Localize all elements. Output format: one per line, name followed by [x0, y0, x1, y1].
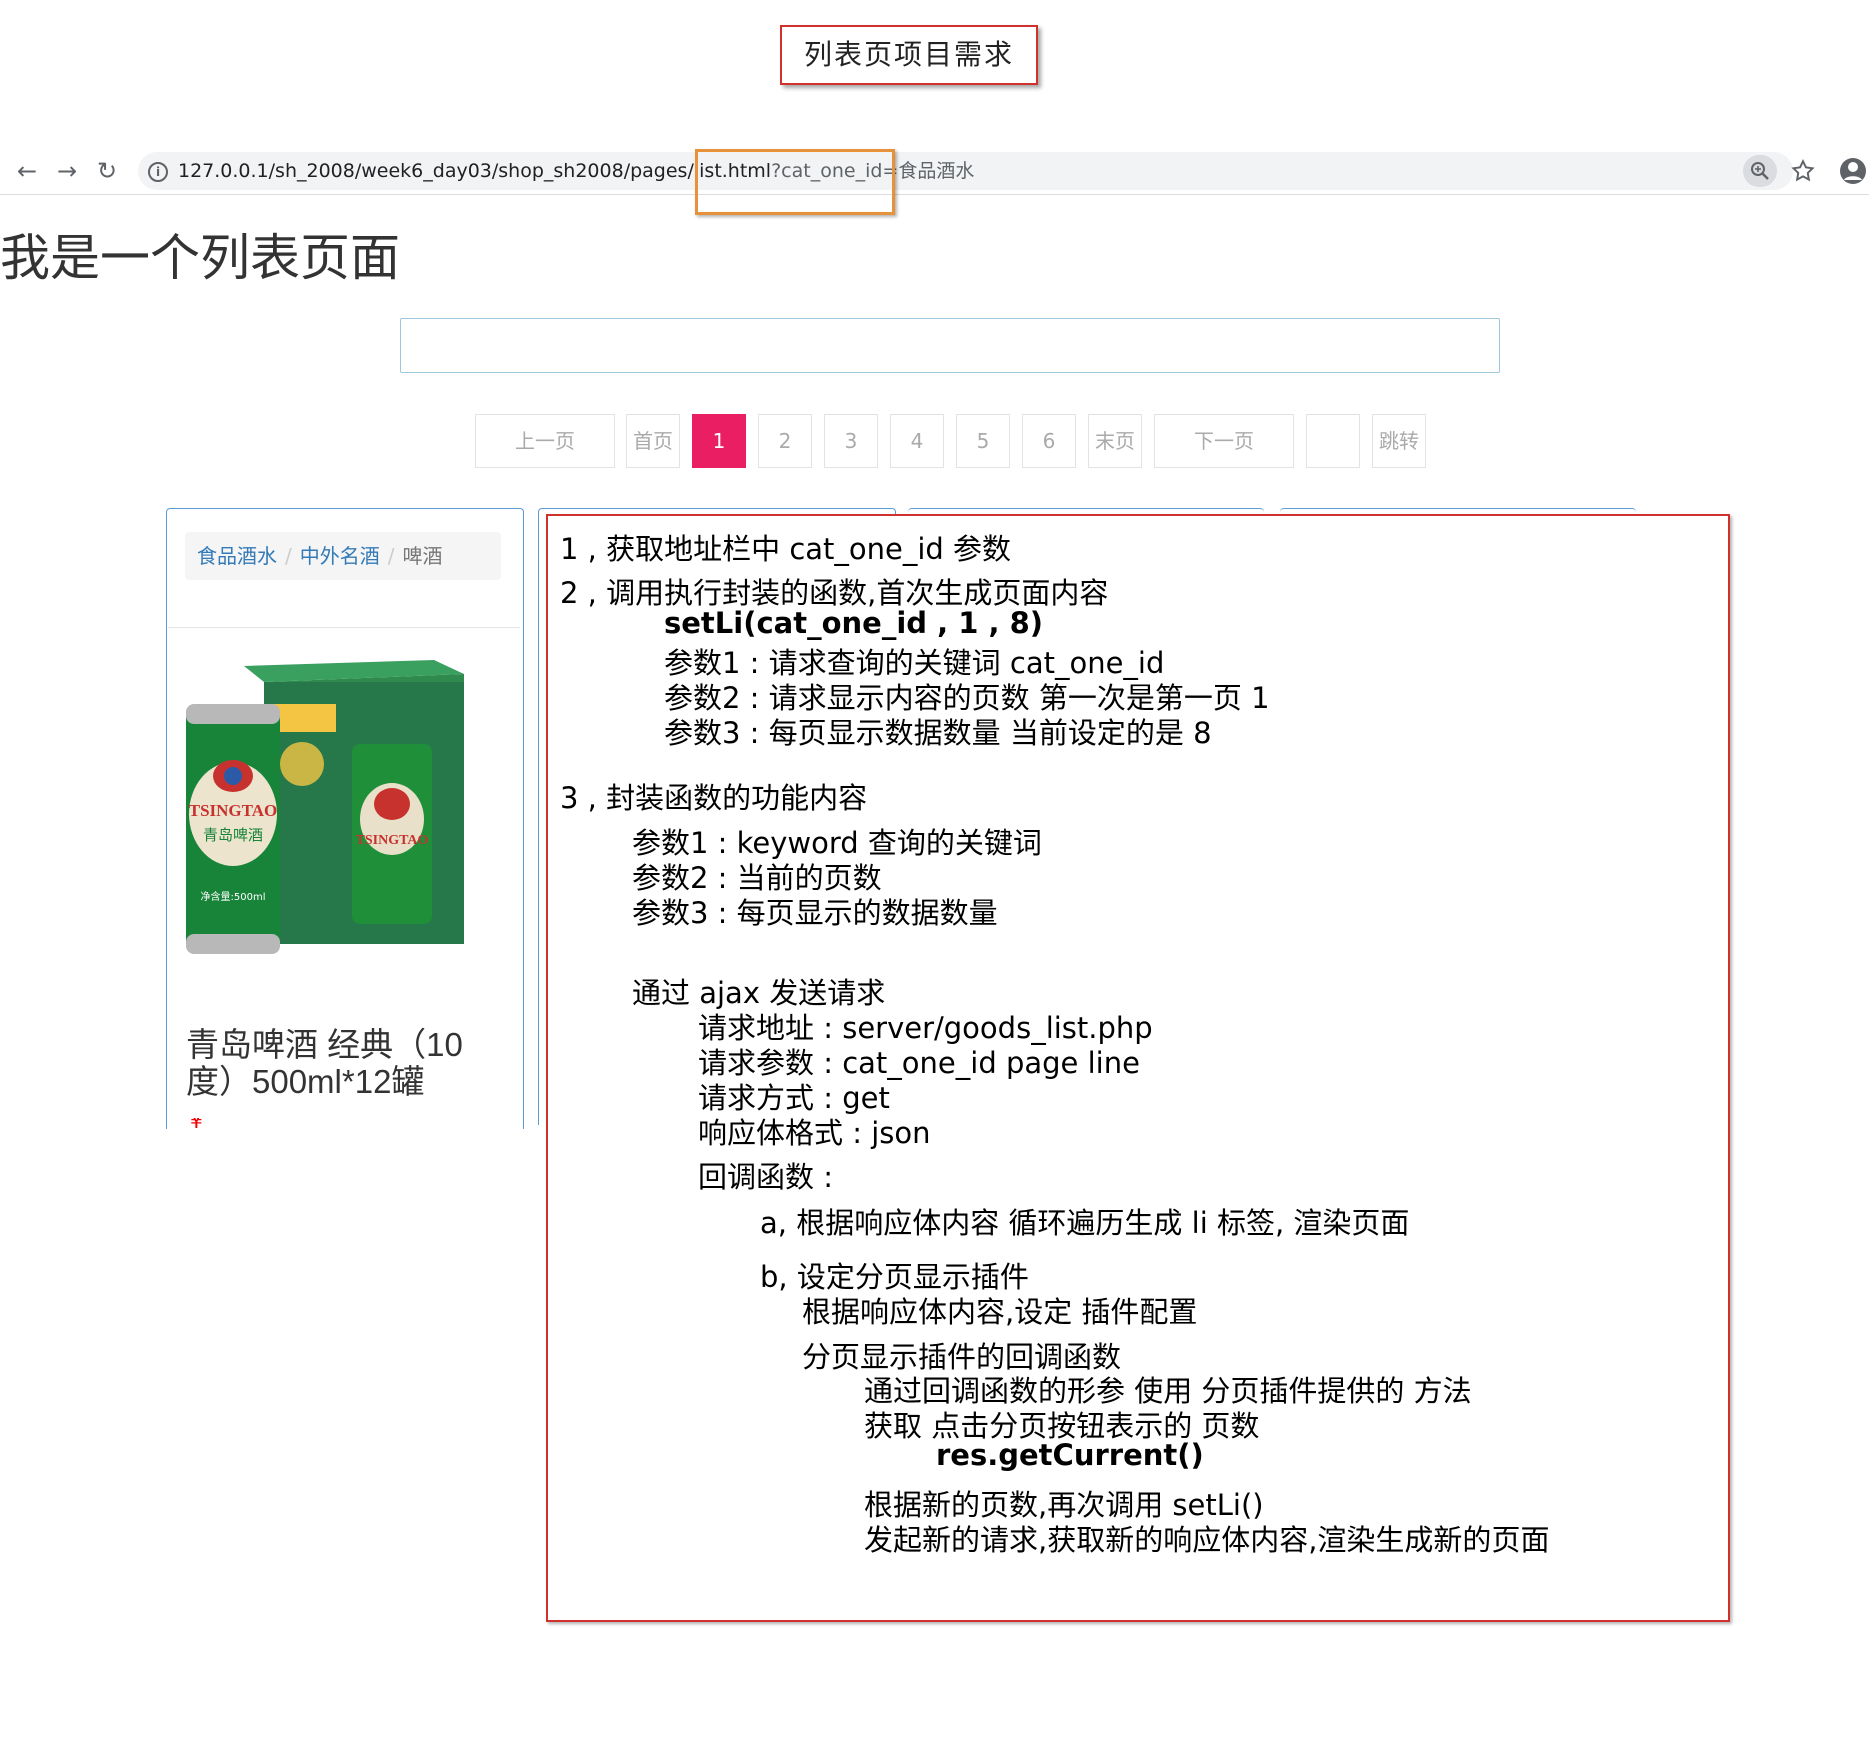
page-button-4[interactable]: 4: [890, 414, 944, 468]
profile-icon[interactable]: [1838, 156, 1868, 186]
note-line: res.getCurrent(): [936, 1438, 1204, 1472]
breadcrumb: 食品酒水 / 中外名酒 / 啤酒: [185, 532, 501, 580]
url-param-highlight: [695, 149, 895, 215]
jump-button[interactable]: 跳转: [1372, 414, 1426, 468]
search-input[interactable]: [400, 318, 1500, 373]
breadcrumb-item-beer: 啤酒: [402, 544, 443, 568]
note-line: 3 , 封装函数的功能内容: [560, 781, 868, 815]
back-icon[interactable]: ←: [12, 156, 42, 186]
page-button-1[interactable]: 1: [692, 414, 746, 468]
page-button-6[interactable]: 6: [1022, 414, 1076, 468]
browser-toolbar: ← → ↻ i 127.0.0.1/sh_2008/week6_day03/sh…: [0, 148, 1869, 195]
note-line: 发起新的请求,获取新的响应体内容,渲染生成新的页面: [864, 1523, 1550, 1557]
title-box: 列表页项目需求: [780, 25, 1038, 85]
url-path: 127.0.0.1/sh_2008/week6_day03/shop_sh200…: [178, 160, 772, 182]
card-divider: [168, 627, 520, 628]
product-price: ¥: [190, 1118, 222, 1128]
address-bar[interactable]: i 127.0.0.1/sh_2008/week6_day03/shop_sh2…: [138, 152, 1793, 190]
page-title: 我是一个列表页面: [0, 229, 400, 287]
info-icon[interactable]: i: [148, 162, 168, 182]
note-line: 根据响应体内容,设定 插件配置: [802, 1295, 1198, 1329]
note-line: a, 根据响应体内容 循环遍历生成 li 标签, 渲染页面: [760, 1206, 1410, 1240]
breadcrumb-item-food[interactable]: 食品酒水: [197, 544, 277, 568]
svg-text:青岛啤酒: 青岛啤酒: [203, 826, 263, 844]
last-page-button[interactable]: 末页: [1088, 414, 1142, 468]
forward-icon[interactable]: →: [52, 156, 82, 186]
first-page-button[interactable]: 首页: [626, 414, 680, 468]
svg-text:净含量:500ml: 净含量:500ml: [201, 890, 266, 903]
prev-page-button[interactable]: 上一页: [475, 414, 615, 468]
svg-text:TSINGTAO: TSINGTAO: [189, 801, 278, 820]
jump-page-input[interactable]: [1306, 414, 1360, 468]
page-button-2[interactable]: 2: [758, 414, 812, 468]
note-line: 回调函数 :: [698, 1160, 833, 1194]
note-line: 参数3 : 每页显示的数据数量: [632, 896, 998, 930]
note-line: 参数3 : 每页显示数据数量 当前设定的是 8: [664, 716, 1212, 750]
svg-text:TSINGTAO: TSINGTAO: [356, 833, 429, 848]
note-line: 响应体格式 : json: [698, 1116, 931, 1150]
next-page-button[interactable]: 下一页: [1154, 414, 1294, 468]
reload-icon[interactable]: ↻: [92, 156, 122, 186]
breadcrumb-item-liquor[interactable]: 中外名酒: [300, 544, 380, 568]
zoom-icon[interactable]: [1743, 155, 1777, 187]
product-name[interactable]: 青岛啤酒 经典（10度）500ml*12罐: [186, 1026, 486, 1100]
annotation-panel: 1 , 获取地址栏中 cat_one_id 参数 2 , 调用执行封装的函数,首…: [546, 514, 1730, 1622]
note-line: setLi(cat_one_id , 1 , 8): [664, 606, 1044, 640]
note-line: 1 , 获取地址栏中 cat_one_id 参数: [560, 532, 1012, 566]
page-button-5[interactable]: 5: [956, 414, 1010, 468]
page-button-3[interactable]: 3: [824, 414, 878, 468]
star-icon[interactable]: [1790, 158, 1816, 184]
product-image[interactable]: TSINGTAO TSINGTAO 青岛啤酒 净含量:500ml: [172, 644, 514, 989]
